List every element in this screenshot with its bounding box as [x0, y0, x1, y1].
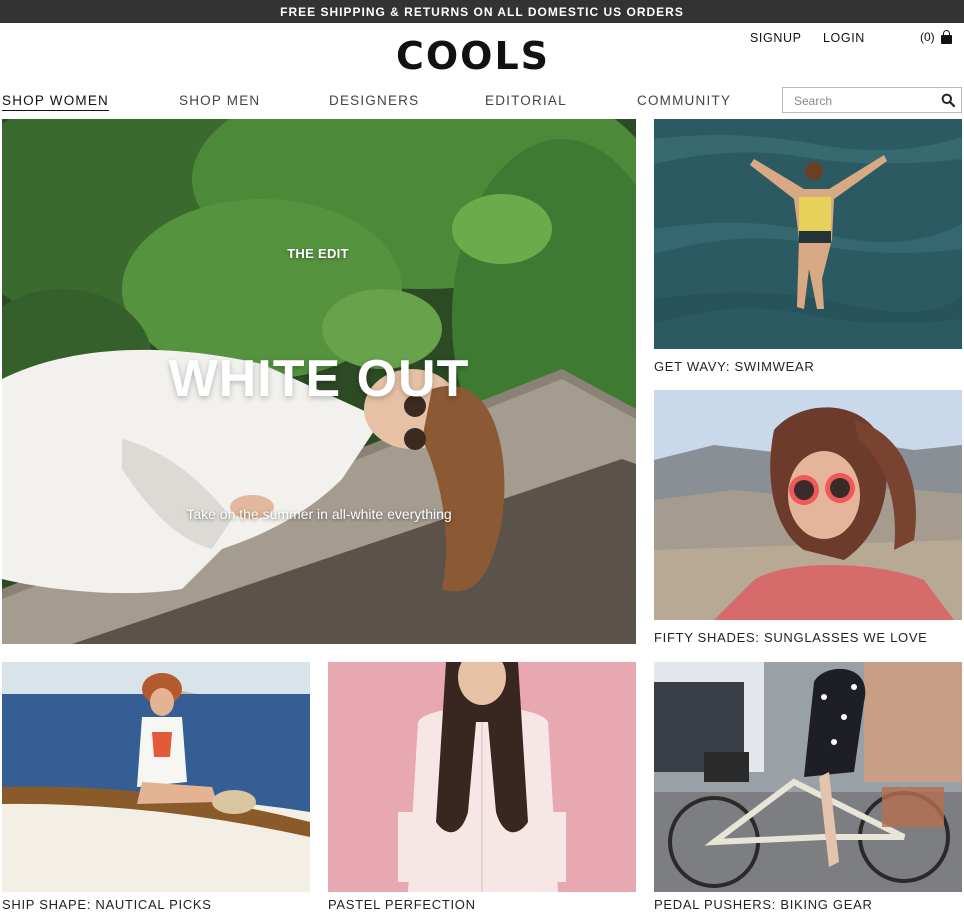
cart-button[interactable]: (0) [920, 30, 952, 44]
main-nav: SHOP WOMEN SHOP MEN DESIGNERS EDITORIAL … [0, 90, 780, 112]
tile-caption[interactable]: FIFTY SHADES: SUNGLASSES WE LOVE [654, 630, 928, 645]
promo-text: FREE SHIPPING & RETURNS ON ALL DOMESTIC … [280, 4, 684, 19]
tile-caption[interactable]: PEDAL PUSHERS: BIKING GEAR [654, 897, 873, 912]
pastel-image [328, 662, 636, 892]
nav-shop-men[interactable]: SHOP MEN [179, 93, 260, 108]
tile-caption[interactable]: GET WAVY: SWIMWEAR [654, 359, 814, 374]
biking-image [654, 662, 962, 892]
search-input[interactable] [794, 92, 934, 110]
tile-caption[interactable]: SHIP SHAPE: NAUTICAL PICKS [2, 897, 212, 912]
nav-shop-women[interactable]: SHOP WOMEN [2, 93, 110, 111]
nav-editorial[interactable]: EDITORIAL [485, 93, 567, 108]
site-logo[interactable]: COOLS [0, 34, 946, 78]
login-link[interactable]: LOGIN [823, 31, 865, 45]
signup-link[interactable]: SIGNUP [750, 31, 802, 45]
tile-sunglasses[interactable] [654, 390, 962, 620]
nav-designers[interactable]: DESIGNERS [329, 93, 419, 108]
shopping-bag-icon [940, 30, 952, 44]
tile-caption[interactable]: PASTEL PERFECTION [328, 897, 476, 912]
swimwear-image [654, 119, 962, 349]
hero-banner[interactable]: THE EDIT WHITE OUT Take on the summer in… [2, 119, 636, 644]
tile-pastel[interactable] [328, 662, 636, 892]
hero-title: WHITE OUT [168, 350, 470, 408]
sunglasses-image [654, 390, 962, 620]
tile-nautical[interactable] [2, 662, 310, 892]
hero-subtitle: Take on the summer in all-white everythi… [186, 506, 452, 522]
tile-swimwear[interactable] [654, 119, 962, 349]
nav-community[interactable]: COMMUNITY [637, 93, 731, 108]
search-box [782, 87, 962, 113]
tile-biking[interactable] [654, 662, 962, 892]
promo-banner: FREE SHIPPING & RETURNS ON ALL DOMESTIC … [0, 0, 964, 23]
cart-count: (0) [920, 30, 935, 44]
nautical-image [2, 662, 310, 892]
hero-kicker: THE EDIT [287, 246, 349, 261]
search-icon[interactable] [941, 93, 955, 107]
